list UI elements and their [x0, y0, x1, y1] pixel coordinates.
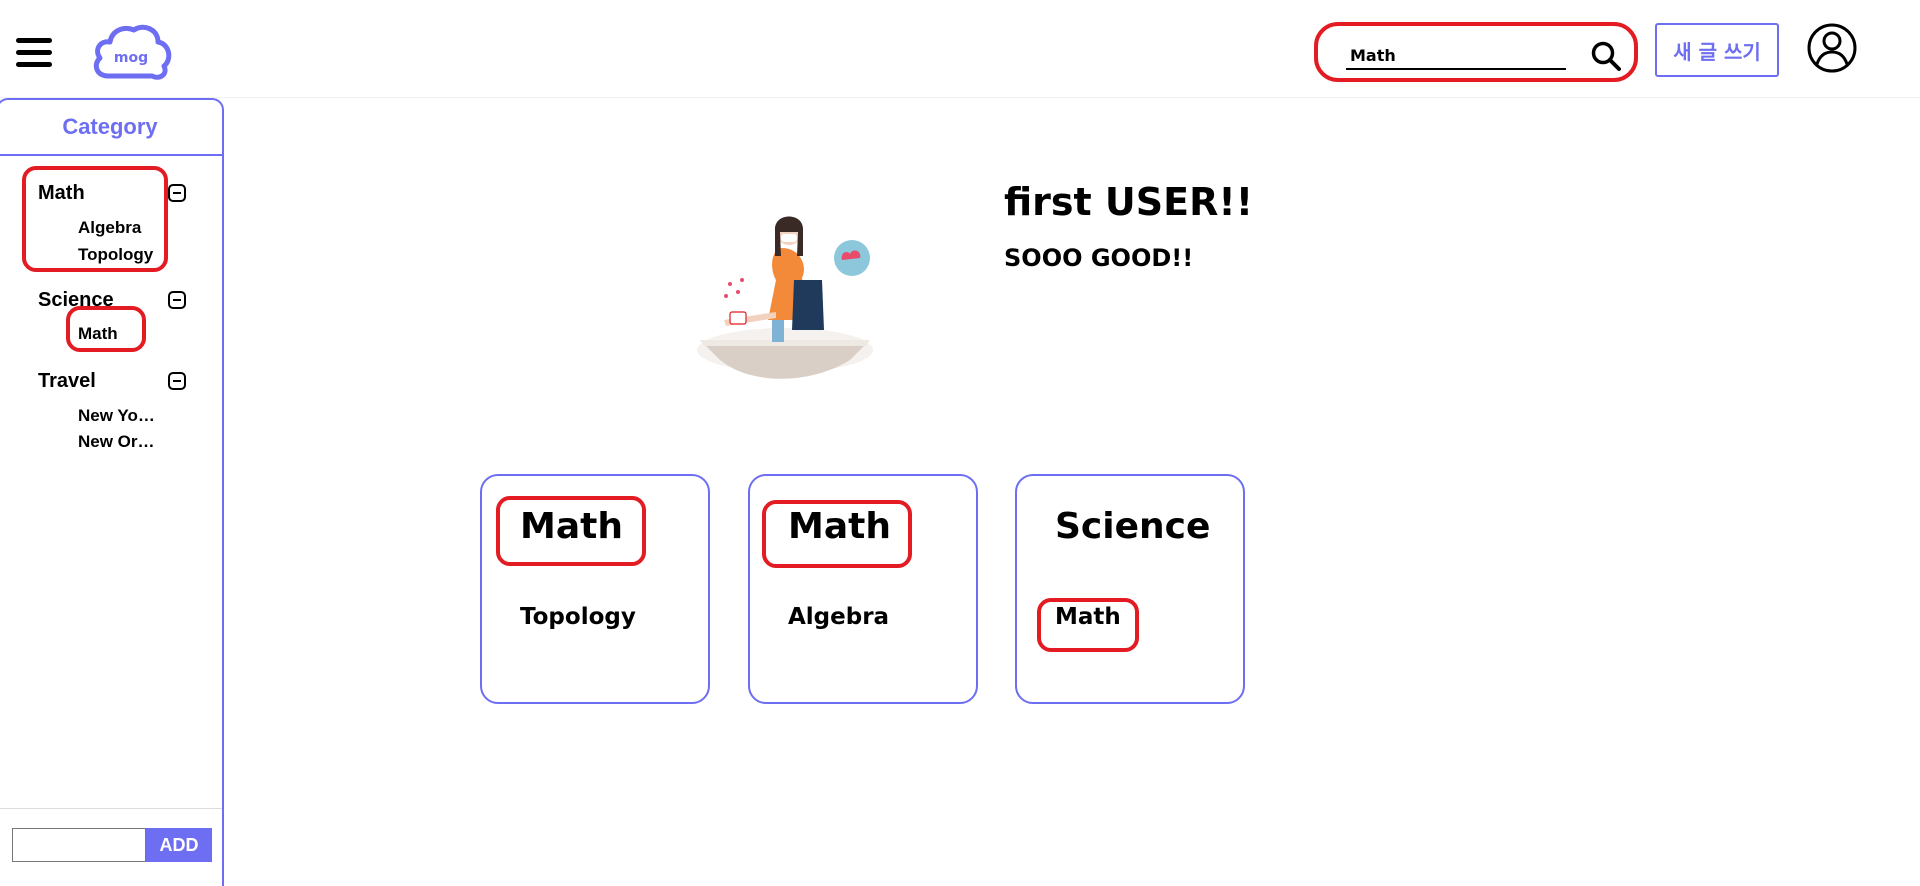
profile-description: SOOO GOOD!!: [1004, 244, 1194, 272]
user-illustration-image: [697, 216, 873, 379]
profile-name: first USER!!: [1004, 180, 1254, 224]
card-title: Math: [520, 506, 623, 547]
subcategory-algebra[interactable]: Algebra: [78, 218, 141, 238]
user-profile-icon[interactable]: [1806, 22, 1858, 74]
top-header: mog 새 글 쓰기: [0, 0, 1920, 98]
new-category-input[interactable]: [12, 828, 146, 862]
category-card-math-algebra[interactable]: Math Algebra: [748, 474, 978, 704]
logo-text: mog: [114, 50, 148, 66]
category-card-science-math[interactable]: Science Math: [1015, 474, 1245, 704]
collapse-math-icon[interactable]: [168, 184, 186, 202]
category-card-math-topology[interactable]: Math Topology: [480, 474, 710, 704]
subcategory-new-orleans[interactable]: New Or…: [78, 432, 155, 452]
add-category-button[interactable]: ADD: [146, 828, 212, 862]
card-subtitle: Math: [1055, 604, 1121, 630]
category-item-math[interactable]: Math: [38, 182, 85, 205]
sidebar-divider: [0, 808, 222, 809]
cloud-logo-icon[interactable]: mog: [90, 24, 172, 82]
collapse-travel-icon[interactable]: [168, 372, 186, 390]
collapse-science-icon[interactable]: [168, 291, 186, 309]
card-title: Science: [1055, 506, 1211, 547]
subcategory-topology[interactable]: Topology: [78, 245, 153, 265]
card-title: Math: [788, 506, 891, 547]
card-subtitle: Topology: [520, 604, 636, 630]
category-item-science[interactable]: Science: [38, 289, 114, 312]
subcategory-new-york[interactable]: New Yo…: [78, 406, 155, 426]
subcategory-science-math[interactable]: Math: [78, 324, 118, 344]
hamburger-menu-icon[interactable]: [16, 38, 52, 68]
category-title: Category: [0, 100, 222, 156]
search-input[interactable]: [1346, 42, 1566, 70]
new-post-button[interactable]: 새 글 쓰기: [1655, 23, 1779, 77]
category-item-travel[interactable]: Travel: [38, 370, 96, 393]
search-icon[interactable]: [1590, 40, 1622, 72]
card-subtitle: Algebra: [788, 604, 890, 630]
category-sidebar: Category Math Algebra Topology Science M…: [0, 98, 224, 886]
search-box: [1314, 22, 1638, 82]
